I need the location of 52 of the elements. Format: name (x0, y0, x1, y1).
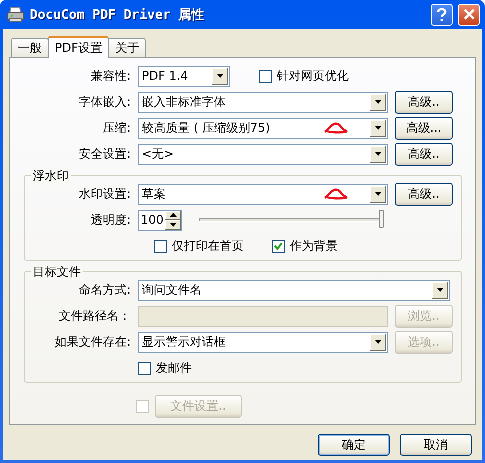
dropdown-arrow-icon (216, 74, 224, 78)
checkbox[interactable] (259, 70, 272, 82)
tab[interactable]: 一般 (11, 38, 49, 57)
checkbox[interactable] (138, 362, 151, 374)
dropdown[interactable]: 显示警示对话框 (138, 332, 388, 352)
dropdown-arrow-icon (374, 100, 382, 104)
dropdown[interactable]: 草案 (138, 184, 388, 204)
group-title: 浮水印 (31, 168, 71, 185)
field-label: 命名方式: (78, 282, 131, 298)
checkbox[interactable] (272, 240, 285, 252)
checkbox-option[interactable]: 仅打印在首页 (154, 238, 244, 254)
dropdown[interactable]: 询问文件名 (138, 280, 450, 300)
dropdown-arrow-icon (436, 288, 444, 292)
dropdown[interactable]: <无> (138, 144, 388, 164)
dropdown-arrow-icon (374, 192, 382, 196)
slider-thumb[interactable] (379, 210, 384, 228)
dropdown-arrow-icon (374, 152, 382, 156)
field-label: 压缩: (102, 120, 131, 136)
close-icon (464, 9, 474, 20)
printer-icon (7, 6, 25, 22)
dropdown-arrow-icon (374, 126, 382, 130)
tab[interactable]: 关于 (108, 38, 146, 57)
field-label: 文件路径名： (58, 308, 131, 324)
checkbox[interactable] (154, 240, 167, 252)
tab[interactable]: PDF设置 (48, 36, 110, 58)
checkbox-option[interactable]: 作为背景 (272, 238, 338, 254)
field-label: 字体嵌入: (78, 94, 131, 110)
dialog-button[interactable]: 确定 (318, 434, 390, 456)
dialog-button[interactable]: 取消 (400, 434, 472, 456)
dropdown[interactable]: 较高质量 ( 压缩级别75) (138, 118, 388, 138)
field-label: 透明度: (90, 212, 131, 228)
help-button[interactable] (431, 4, 453, 26)
advanced-button[interactable]: 高级.. (395, 182, 453, 206)
checkbox-option[interactable]: 发邮件 (138, 360, 192, 376)
dropdown[interactable]: PDF 1.4 (138, 66, 230, 86)
advanced-button[interactable]: 高级... (395, 116, 453, 140)
question-icon (437, 8, 447, 22)
field-label: 水印设置: (78, 186, 131, 202)
window-title: DocuCom PDF Driver 属性 (30, 6, 206, 24)
up-arrow-icon (170, 213, 176, 218)
field-label: 安全设置: (78, 146, 131, 162)
field-label: 如果文件存在: (54, 334, 131, 350)
checkbox-option[interactable]: 针对网页优化 (259, 68, 349, 84)
down-arrow-icon (170, 222, 176, 227)
dropdown-arrow-icon (374, 340, 382, 344)
advanced-button[interactable]: 高级.. (395, 142, 453, 166)
dropdown[interactable]: 嵌入非标准字体 (138, 92, 388, 112)
field-label: 兼容性: (90, 68, 131, 84)
advanced-button[interactable]: 高级.. (395, 90, 453, 114)
close-button[interactable] (458, 4, 480, 26)
group-title: 目标文件 (31, 264, 83, 281)
number-spinner[interactable]: 100 (138, 210, 182, 230)
